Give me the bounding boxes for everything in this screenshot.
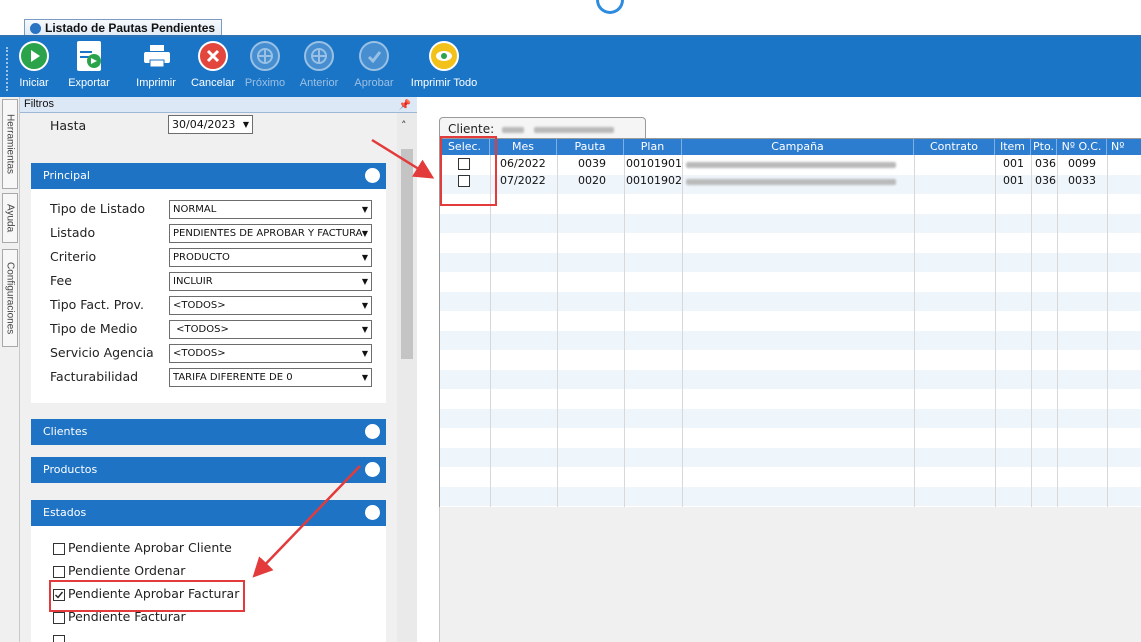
arrow-to-selec <box>371 138 435 179</box>
annotation-arrows <box>252 138 435 578</box>
arrow-to-estado <box>252 465 361 578</box>
